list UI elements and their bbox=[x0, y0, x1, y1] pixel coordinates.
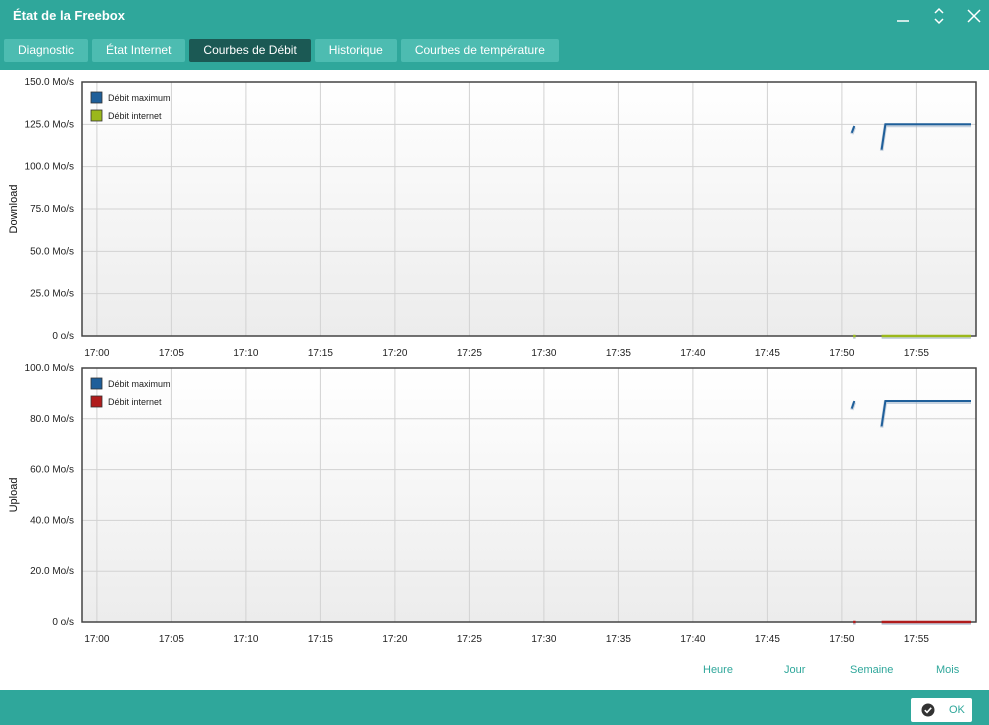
download-chart: 0 o/s 25.0 Mo/s 50.0 Mo/s 75.0 Mo/s 100.0 Mo… bbox=[8, 77, 977, 359]
minimize-button[interactable] bbox=[890, 3, 916, 29]
y-axis-title: Download bbox=[8, 185, 20, 234]
ok-button[interactable]: OK bbox=[911, 698, 972, 722]
tab-historique[interactable]: Historique bbox=[314, 39, 397, 62]
range-heure-link[interactable]: Heure bbox=[703, 664, 733, 676]
range-jour-link[interactable]: Jour bbox=[784, 664, 805, 676]
y-tick-label: 60.0 Mo/s bbox=[30, 465, 74, 476]
x-tick-label: 17:40 bbox=[680, 348, 705, 359]
x-tick-label: 17:45 bbox=[755, 634, 780, 645]
x-tick-label: 17:30 bbox=[531, 348, 556, 359]
x-tick-label: 17:20 bbox=[382, 634, 407, 645]
legend-swatch bbox=[90, 109, 103, 122]
x-tick-label: 17:05 bbox=[159, 634, 184, 645]
close-button[interactable] bbox=[961, 3, 987, 29]
time-range-selector: Heure Jour Semaine Mois bbox=[0, 664, 989, 680]
y-axis-title: Upload bbox=[8, 478, 20, 513]
legend-swatch bbox=[90, 377, 103, 390]
window-title: État de la Freebox bbox=[13, 8, 125, 23]
x-tick-label: 17:20 bbox=[382, 348, 407, 359]
legend-swatch bbox=[90, 395, 103, 408]
y-tick-label: 25.0 Mo/s bbox=[30, 289, 74, 300]
x-tick-label: 17:30 bbox=[531, 634, 556, 645]
x-tick-label: 17:10 bbox=[233, 634, 258, 645]
x-tick-label: 17:15 bbox=[308, 348, 333, 359]
expand-icon bbox=[934, 7, 944, 25]
upload-chart: 0 o/s 20.0 Mo/s 40.0 Mo/s 60.0 Mo/s 80.0 Mo/… bbox=[8, 363, 977, 645]
check-circle-icon bbox=[921, 703, 935, 717]
y-tick-label: 50.0 Mo/s bbox=[30, 246, 74, 257]
x-tick-label: 17:00 bbox=[84, 634, 109, 645]
x-tick-label: 17:55 bbox=[904, 348, 929, 359]
y-tick-label: 100.0 Mo/s bbox=[25, 363, 74, 374]
y-tick-label: 75.0 Mo/s bbox=[30, 204, 74, 215]
y-tick-label: 0 o/s bbox=[52, 617, 74, 628]
x-tick-label: 17:05 bbox=[159, 348, 184, 359]
legend-label: Débit internet bbox=[108, 111, 162, 121]
x-tick-label: 17:15 bbox=[308, 634, 333, 645]
range-mois-link[interactable]: Mois bbox=[936, 664, 959, 676]
x-tick-label: 17:35 bbox=[606, 348, 631, 359]
y-tick-label: 80.0 Mo/s bbox=[30, 414, 74, 425]
tab-bar: Diagnostic État Internet Courbes de Débi… bbox=[4, 39, 563, 62]
y-tick-label: 0 o/s bbox=[52, 331, 74, 342]
x-tick-label: 17:50 bbox=[829, 348, 854, 359]
x-tick-label: 17:25 bbox=[457, 348, 482, 359]
x-tick-label: 17:40 bbox=[680, 634, 705, 645]
tab-etat-internet[interactable]: État Internet bbox=[92, 39, 186, 62]
x-tick-label: 17:00 bbox=[84, 348, 109, 359]
y-tick-label: 100.0 Mo/s bbox=[25, 162, 74, 173]
legend-swatch bbox=[90, 91, 103, 104]
y-tick-label: 40.0 Mo/s bbox=[30, 515, 74, 526]
tab-courbes-de-temperature[interactable]: Courbes de température bbox=[400, 39, 559, 62]
range-semaine-link[interactable]: Semaine bbox=[850, 664, 893, 676]
x-tick-label: 17:10 bbox=[233, 348, 258, 359]
x-tick-label: 17:35 bbox=[606, 634, 631, 645]
minimize-icon bbox=[897, 20, 909, 22]
x-tick-label: 17:25 bbox=[457, 634, 482, 645]
legend-label: Débit maximum bbox=[108, 379, 171, 389]
x-tick-label: 17:45 bbox=[755, 348, 780, 359]
tab-courbes-de-debit[interactable]: Courbes de Débit bbox=[189, 39, 311, 62]
y-tick-label: 150.0 Mo/s bbox=[25, 77, 74, 88]
expand-button[interactable] bbox=[926, 3, 952, 29]
x-tick-label: 17:50 bbox=[829, 634, 854, 645]
y-tick-label: 125.0 Mo/s bbox=[25, 119, 74, 130]
legend-label: Débit maximum bbox=[108, 93, 171, 103]
y-tick-label: 20.0 Mo/s bbox=[30, 566, 74, 577]
tab-diagnostic[interactable]: Diagnostic bbox=[4, 39, 89, 62]
legend-label: Débit internet bbox=[108, 397, 162, 407]
footer-bar bbox=[0, 690, 989, 725]
x-tick-label: 17:55 bbox=[904, 634, 929, 645]
close-icon bbox=[967, 9, 981, 23]
